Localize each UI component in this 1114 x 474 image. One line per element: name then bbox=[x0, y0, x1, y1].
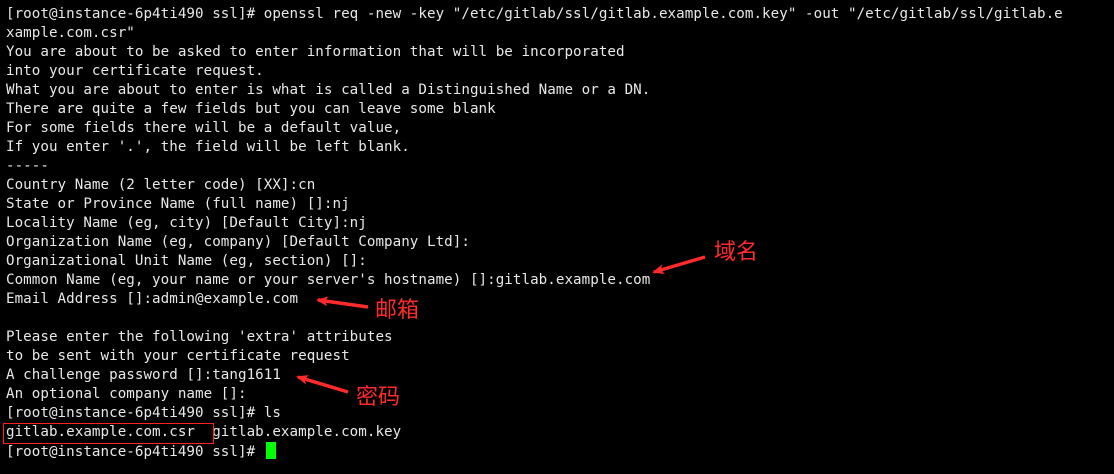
email-annotation: 邮箱 bbox=[375, 298, 420, 323]
annotation-arrows bbox=[296, 255, 706, 394]
email-arrow bbox=[316, 296, 369, 309]
domain-arrow bbox=[652, 255, 706, 274]
terminal-window[interactable]: [root@instance-6p4ti490 ssl]# openssl re… bbox=[0, 0, 1114, 474]
domain-annotation: 域名 bbox=[714, 240, 759, 265]
password-arrow bbox=[296, 375, 349, 394]
password-annotation: 密码 bbox=[356, 385, 401, 410]
